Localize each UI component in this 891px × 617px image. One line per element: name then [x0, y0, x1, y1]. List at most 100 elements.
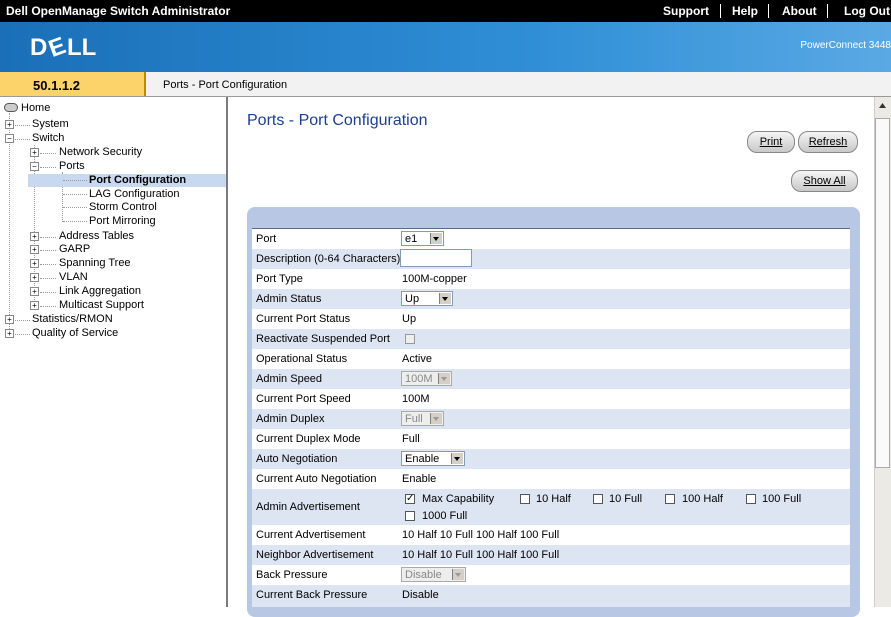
current-advertisement-label: Current Advertisement: [256, 529, 366, 541]
tree-item-system[interactable]: System: [32, 118, 69, 130]
expand-icon[interactable]: +: [5, 120, 14, 129]
tree-item-statistics-rmon[interactable]: Statistics/RMON: [32, 313, 113, 325]
100-full-label: 100 Full: [762, 493, 802, 505]
help-link[interactable]: Help: [732, 4, 758, 18]
dropdown-arrow-icon: [439, 293, 451, 304]
current-port-status-label: Current Port Status: [256, 313, 351, 325]
divider: [768, 4, 769, 18]
tree-item-storm-control[interactable]: Storm Control: [89, 201, 157, 213]
admin-duplex-label: Admin Duplex: [256, 413, 325, 425]
tree-item-address-tables[interactable]: Address Tables: [59, 230, 134, 242]
1000-full-label: 1000 Full: [422, 510, 468, 522]
port-type-label: Port Type: [256, 273, 303, 285]
dropdown-arrow-icon: [430, 233, 442, 244]
10-full-checkbox[interactable]: [593, 494, 603, 504]
print-button[interactable]: Print: [747, 131, 795, 153]
admin-speed-select[interactable]: 100M: [401, 371, 452, 386]
expand-icon[interactable]: +: [30, 245, 39, 254]
expand-icon[interactable]: +: [30, 301, 39, 310]
collapse-icon[interactable]: −: [5, 134, 14, 143]
tree-item-ports[interactable]: Ports: [59, 160, 85, 172]
tree-line: [15, 125, 30, 126]
refresh-button[interactable]: Refresh: [798, 131, 858, 153]
current-port-status-value: Up: [402, 313, 417, 325]
expand-icon[interactable]: +: [30, 273, 39, 282]
collapse-icon[interactable]: −: [30, 162, 39, 171]
tree-line: [63, 207, 87, 208]
current-back-pressure-label: Current Back Pressure: [256, 589, 368, 601]
port-select[interactable]: e1: [401, 231, 444, 246]
dropdown-arrow-icon: [430, 413, 442, 424]
app-title: Dell OpenManage Switch Administrator: [6, 4, 231, 18]
100-half-checkbox[interactable]: [665, 494, 675, 504]
tree-line: [40, 278, 56, 279]
tree-line: [40, 306, 56, 307]
max-capability-checkbox[interactable]: ✓: [405, 494, 415, 504]
back-pressure-select[interactable]: Disable: [401, 567, 466, 582]
form-row-reactivate: Reactivate Suspended Port: [252, 329, 850, 349]
back-pressure-value: Disable: [405, 569, 442, 581]
log-out-link[interactable]: Log Out: [844, 4, 890, 18]
back-pressure-label: Back Pressure: [256, 569, 328, 581]
100-full-checkbox[interactable]: [746, 494, 756, 504]
dropdown-arrow-icon: [451, 453, 463, 464]
form-row-port: Port e1: [252, 229, 850, 249]
admin-status-select[interactable]: Up: [401, 291, 453, 306]
tree-line: [9, 113, 10, 335]
scrollbar-thumb[interactable]: [875, 118, 890, 468]
neighbor-advertisement-value: 10 Half 10 Full 100 Half 100 Full: [402, 549, 560, 561]
expand-icon[interactable]: +: [30, 259, 39, 268]
tree-item-home[interactable]: Home: [21, 102, 50, 114]
tree-item-garp[interactable]: GARP: [59, 243, 90, 255]
description-input[interactable]: [400, 249, 472, 267]
tree-item-port-mirroring[interactable]: Port Mirroring: [89, 215, 156, 227]
tree-item-lag-configuration[interactable]: LAG Configuration: [89, 188, 180, 200]
tree-item-port-configuration[interactable]: Port Configuration: [89, 174, 186, 186]
tree-item-multicast-support[interactable]: Multicast Support: [59, 299, 144, 311]
tree-line: [63, 194, 87, 195]
form-row-current-duplex: Current Duplex Mode Full: [252, 429, 850, 449]
expand-icon[interactable]: +: [30, 148, 39, 157]
scroll-up-arrow-icon[interactable]: [874, 97, 891, 114]
svg-text:E: E: [45, 35, 69, 59]
admin-status-value: Up: [405, 293, 420, 305]
tree-item-spanning-tree[interactable]: Spanning Tree: [59, 257, 131, 269]
form-row-admin-duplex: Admin Duplex Full: [252, 409, 850, 429]
tree-line: [15, 139, 30, 140]
tree-line: [63, 221, 87, 222]
operational-status-value: Active: [402, 353, 432, 365]
form-row-current-auto-negotiation: Current Auto Negotiation Enable: [252, 469, 850, 489]
max-capability-label: Max Capability: [422, 493, 495, 505]
tree-item-vlan[interactable]: VLAN: [59, 271, 88, 283]
form-row-current-port-speed: Current Port Speed 100M: [252, 389, 850, 409]
svg-text:LL: LL: [67, 35, 96, 59]
tree-item-switch[interactable]: Switch: [32, 132, 64, 144]
tree-item-quality-of-service[interactable]: Quality of Service: [32, 327, 118, 339]
tree-line: [40, 292, 56, 293]
tree-line: [40, 264, 56, 265]
form-row-auto-negotiation: Auto Negotiation Enable: [252, 449, 850, 469]
expand-icon[interactable]: +: [5, 315, 14, 324]
auto-negotiation-select[interactable]: Enable: [401, 451, 465, 466]
reactivate-checkbox[interactable]: [405, 334, 415, 344]
tree-line: [15, 320, 30, 321]
1000-full-checkbox[interactable]: [405, 511, 415, 521]
tree-item-network-security[interactable]: Network Security: [59, 146, 142, 158]
tree-item-link-aggregation[interactable]: Link Aggregation: [59, 285, 141, 297]
expand-icon[interactable]: +: [30, 232, 39, 241]
expand-icon[interactable]: +: [5, 329, 14, 338]
10-half-checkbox[interactable]: [520, 494, 530, 504]
support-link[interactable]: Support: [663, 4, 709, 18]
neighbor-advertisement-label: Neighbor Advertisement: [256, 549, 374, 561]
expand-icon[interactable]: +: [30, 287, 39, 296]
about-link[interactable]: About: [782, 4, 817, 18]
current-duplex-value: Full: [402, 433, 420, 445]
tree-line: [40, 167, 56, 168]
current-auto-negotiation-value: Enable: [402, 473, 437, 485]
100-half-label: 100 Half: [682, 493, 723, 505]
show-all-button[interactable]: Show All: [791, 170, 858, 192]
form-row-back-pressure: Back Pressure Disable: [252, 565, 850, 585]
admin-duplex-select[interactable]: Full: [401, 411, 444, 426]
top-bar: Dell OpenManage Switch Administrator Sup…: [0, 0, 891, 22]
form-row-neighbor-advertisement: Neighbor Advertisement 10 Half 10 Full 1…: [252, 545, 850, 565]
